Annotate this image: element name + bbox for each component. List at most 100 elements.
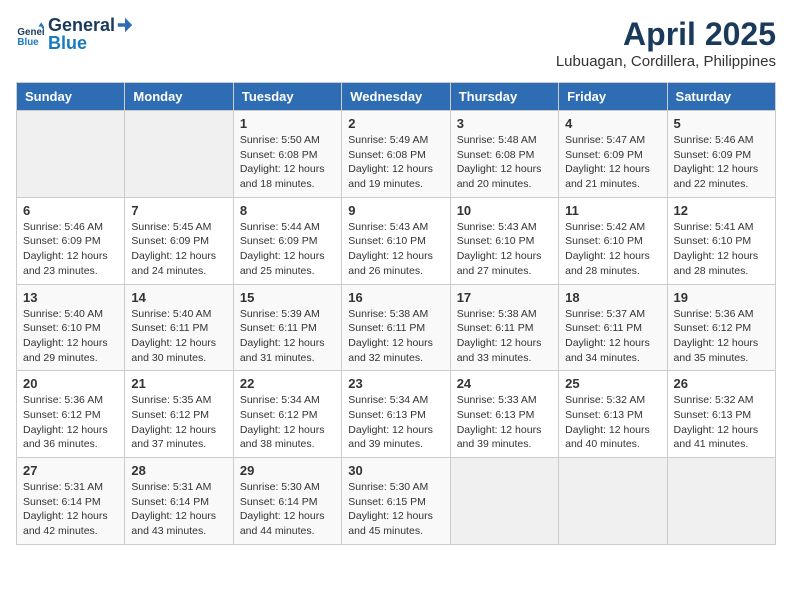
day-number: 6 <box>23 203 118 218</box>
day-number: 15 <box>240 290 335 305</box>
calendar-week-2: 6 Sunrise: 5:46 AMSunset: 6:09 PMDaylight… <box>17 197 776 284</box>
day-number: 23 <box>348 376 443 391</box>
day-number: 20 <box>23 376 118 391</box>
cell-content: Sunrise: 5:39 AMSunset: 6:11 PMDaylight:… <box>240 307 335 366</box>
day-number: 17 <box>457 290 552 305</box>
calendar-cell <box>125 111 233 198</box>
day-number: 27 <box>23 463 118 478</box>
calendar-cell: 23 Sunrise: 5:34 AMSunset: 6:13 PMDayligh… <box>342 371 450 458</box>
calendar-cell: 5Sunrise: 5:46 AMSunset: 6:09 PMDaylight… <box>667 111 775 198</box>
calendar-cell: 28 Sunrise: 5:31 AMSunset: 6:14 PMDayligh… <box>125 458 233 545</box>
day-number: 19 <box>674 290 769 305</box>
day-header-friday: Friday <box>559 83 667 111</box>
cell-content: Sunrise: 5:38 AMSunset: 6:11 PMDaylight:… <box>457 307 552 366</box>
day-number: 8 <box>240 203 335 218</box>
cell-content: Sunrise: 5:34 AMSunset: 6:12 PMDaylight:… <box>240 393 335 452</box>
cell-content: Sunrise: 5:43 AMSunset: 6:10 PMDaylight:… <box>457 220 552 279</box>
day-number: 22 <box>240 376 335 391</box>
calendar-cell: 3 Sunrise: 5:48 AMSunset: 6:08 PMDaylight… <box>450 111 558 198</box>
calendar-cell <box>667 458 775 545</box>
cell-content: Sunrise: 5:41 AMSunset: 6:10 PMDaylight:… <box>674 220 769 279</box>
calendar-week-4: 20 Sunrise: 5:36 AMSunset: 6:12 PMDayligh… <box>17 371 776 458</box>
day-number: 10 <box>457 203 552 218</box>
cell-content: Sunrise: 5:40 AMSunset: 6:11 PMDaylight:… <box>131 307 226 366</box>
day-number: 1 <box>240 116 335 131</box>
cell-content: Sunrise: 5:38 AMSunset: 6:11 PMDaylight:… <box>348 307 443 366</box>
day-header-tuesday: Tuesday <box>233 83 341 111</box>
calendar-cell: 12Sunrise: 5:41 AMSunset: 6:10 PMDayligh… <box>667 197 775 284</box>
calendar-cell: 30 Sunrise: 5:30 AMSunset: 6:15 PMDayligh… <box>342 458 450 545</box>
day-number: 13 <box>23 290 118 305</box>
day-number: 26 <box>674 376 769 391</box>
cell-content: Sunrise: 5:30 AMSunset: 6:14 PMDaylight:… <box>240 480 335 539</box>
cell-content: Sunrise: 5:44 AMSunset: 6:09 PMDaylight:… <box>240 220 335 279</box>
day-header-wednesday: Wednesday <box>342 83 450 111</box>
day-number: 5 <box>674 116 769 131</box>
calendar-cell: 26 Sunrise: 5:32 AMSunset: 6:13 PMDayligh… <box>667 371 775 458</box>
page-subtitle: Lubuagan, Cordillera, Philippines <box>556 53 776 70</box>
calendar-cell: 9 Sunrise: 5:43 AMSunset: 6:10 PMDaylight… <box>342 197 450 284</box>
day-number: 4 <box>565 116 660 131</box>
days-row: SundayMondayTuesdayWednesdayThursdayFrid… <box>17 83 776 111</box>
calendar-week-5: 27 Sunrise: 5:31 AMSunset: 6:14 PMDayligh… <box>17 458 776 545</box>
cell-content: Sunrise: 5:46 AMSunset: 6:09 PMDaylight:… <box>23 220 118 279</box>
calendar-cell: 25 Sunrise: 5:32 AMSunset: 6:13 PMDayligh… <box>559 371 667 458</box>
cell-content: Sunrise: 5:36 AMSunset: 6:12 PMDaylight:… <box>23 393 118 452</box>
logo-general-text: General <box>48 16 115 34</box>
header: General Blue General Blue April 2025 Lub… <box>16 16 776 70</box>
svg-text:Blue: Blue <box>17 37 39 48</box>
calendar-cell: 15 Sunrise: 5:39 AMSunset: 6:11 PMDayligh… <box>233 284 341 371</box>
calendar-cell <box>450 458 558 545</box>
calendar-cell: 19 Sunrise: 5:36 AMSunset: 6:12 PMDayligh… <box>667 284 775 371</box>
day-number: 29 <box>240 463 335 478</box>
calendar-cell: 21Sunrise: 5:35 AMSunset: 6:12 PMDayligh… <box>125 371 233 458</box>
calendar-cell: 17 Sunrise: 5:38 AMSunset: 6:11 PMDayligh… <box>450 284 558 371</box>
cell-content: Sunrise: 5:48 AMSunset: 6:08 PMDaylight:… <box>457 133 552 192</box>
calendar-cell <box>17 111 125 198</box>
cell-content: Sunrise: 5:47 AMSunset: 6:09 PMDaylight:… <box>565 133 660 192</box>
cell-content: Sunrise: 5:32 AMSunset: 6:13 PMDaylight:… <box>565 393 660 452</box>
day-number: 28 <box>131 463 226 478</box>
cell-content: Sunrise: 5:40 AMSunset: 6:10 PMDaylight:… <box>23 307 118 366</box>
day-number: 11 <box>565 203 660 218</box>
day-number: 14 <box>131 290 226 305</box>
logo: General Blue General Blue <box>16 16 135 54</box>
day-number: 2 <box>348 116 443 131</box>
day-number: 7 <box>131 203 226 218</box>
cell-content: Sunrise: 5:50 AMSunset: 6:08 PMDaylight:… <box>240 133 335 192</box>
title-area: April 2025 Lubuagan, Cordillera, Philipp… <box>556 16 776 70</box>
cell-content: Sunrise: 5:43 AMSunset: 6:10 PMDaylight:… <box>348 220 443 279</box>
calendar-cell: 2 Sunrise: 5:49 AMSunset: 6:08 PMDaylight… <box>342 111 450 198</box>
calendar-cell: 11Sunrise: 5:42 AMSunset: 6:10 PMDayligh… <box>559 197 667 284</box>
calendar-week-1: 1 Sunrise: 5:50 AMSunset: 6:08 PMDaylight… <box>17 111 776 198</box>
page-title: April 2025 <box>556 16 776 53</box>
cell-content: Sunrise: 5:34 AMSunset: 6:13 PMDaylight:… <box>348 393 443 452</box>
logo-blue-text: Blue <box>48 33 87 53</box>
day-number: 25 <box>565 376 660 391</box>
calendar-cell <box>559 458 667 545</box>
calendar: SundayMondayTuesdayWednesdayThursdayFrid… <box>16 82 776 545</box>
cell-content: Sunrise: 5:33 AMSunset: 6:13 PMDaylight:… <box>457 393 552 452</box>
day-number: 24 <box>457 376 552 391</box>
cell-content: Sunrise: 5:32 AMSunset: 6:13 PMDaylight:… <box>674 393 769 452</box>
calendar-cell: 18Sunrise: 5:37 AMSunset: 6:11 PMDayligh… <box>559 284 667 371</box>
cell-content: Sunrise: 5:37 AMSunset: 6:11 PMDaylight:… <box>565 307 660 366</box>
day-header-saturday: Saturday <box>667 83 775 111</box>
day-header-thursday: Thursday <box>450 83 558 111</box>
calendar-week-3: 13 Sunrise: 5:40 AMSunset: 6:10 PMDayligh… <box>17 284 776 371</box>
calendar-cell: 7Sunrise: 5:45 AMSunset: 6:09 PMDaylight… <box>125 197 233 284</box>
calendar-cell: 14 Sunrise: 5:40 AMSunset: 6:11 PMDayligh… <box>125 284 233 371</box>
calendar-cell: 13 Sunrise: 5:40 AMSunset: 6:10 PMDayligh… <box>17 284 125 371</box>
cell-content: Sunrise: 5:31 AMSunset: 6:14 PMDaylight:… <box>131 480 226 539</box>
calendar-body: 1 Sunrise: 5:50 AMSunset: 6:08 PMDaylight… <box>17 111 776 545</box>
day-header-sunday: Sunday <box>17 83 125 111</box>
calendar-cell: 24 Sunrise: 5:33 AMSunset: 6:13 PMDayligh… <box>450 371 558 458</box>
day-number: 3 <box>457 116 552 131</box>
cell-content: Sunrise: 5:36 AMSunset: 6:12 PMDaylight:… <box>674 307 769 366</box>
day-number: 21 <box>131 376 226 391</box>
day-number: 30 <box>348 463 443 478</box>
day-number: 9 <box>348 203 443 218</box>
cell-content: Sunrise: 5:49 AMSunset: 6:08 PMDaylight:… <box>348 133 443 192</box>
calendar-cell: 27Sunrise: 5:31 AMSunset: 6:14 PMDayligh… <box>17 458 125 545</box>
cell-content: Sunrise: 5:30 AMSunset: 6:15 PMDaylight:… <box>348 480 443 539</box>
